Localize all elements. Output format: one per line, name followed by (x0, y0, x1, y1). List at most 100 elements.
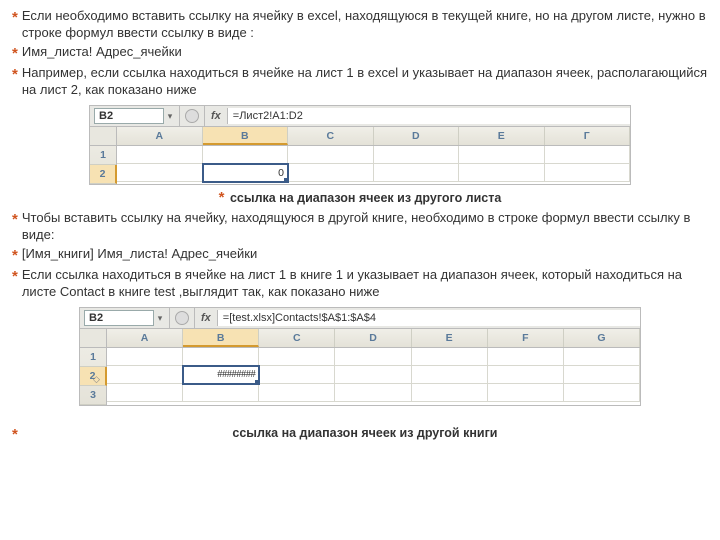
cell[interactable] (488, 384, 564, 402)
cell[interactable] (459, 164, 545, 182)
para-4: * Чтобы вставить ссылку на ячейку, наход… (12, 210, 708, 244)
cell[interactable] (488, 366, 564, 384)
columns-area: A B C D E Г 0 (117, 127, 630, 184)
cell[interactable] (183, 348, 259, 366)
cell-active[interactable]: 0 (203, 164, 289, 182)
col-header[interactable]: E (459, 127, 545, 145)
col-header[interactable]: C (288, 127, 374, 145)
cell[interactable]: ◇ (107, 366, 183, 384)
cell[interactable] (488, 348, 564, 366)
col-header[interactable]: C (259, 329, 335, 347)
formula-bar: B2 ▾ fx =Лист2!A1:D2 (90, 106, 630, 127)
cell[interactable] (564, 348, 640, 366)
bullet-star: * (12, 8, 18, 28)
col-header[interactable]: Г (545, 127, 631, 145)
bullet-star: * (12, 44, 18, 64)
name-box[interactable]: B2 (94, 108, 164, 124)
cell[interactable] (545, 146, 631, 164)
cell[interactable] (117, 164, 203, 182)
col-header[interactable]: A (117, 127, 203, 145)
bullet-star: * (219, 189, 225, 206)
text-p1: Если необходимо вставить ссылку на ячейк… (22, 8, 708, 42)
caption-1: * ссылка на диапазон ячеек из другого ли… (12, 189, 708, 206)
marker-icon: ◇ (93, 370, 100, 388)
cell[interactable] (107, 348, 183, 366)
namebox-wrap: B2 ▾ (90, 106, 180, 126)
caption-2-text: ссылка на диапазон ячеек из другой книги (232, 426, 497, 440)
formula-bar: B2 ▾ fx =[test.xlsx]Contacts!$A$1:$A$4 (80, 308, 640, 329)
cell[interactable] (335, 384, 411, 402)
formula-input[interactable]: =[test.xlsx]Contacts!$A$1:$A$4 (217, 310, 640, 326)
cell[interactable] (412, 348, 488, 366)
bullet-star: * (12, 210, 18, 230)
cell[interactable] (412, 384, 488, 402)
cell[interactable] (545, 164, 631, 182)
row-header[interactable]: 1 (90, 146, 116, 165)
text-p6: Если ссылка находиться в ячейке на лист … (22, 267, 708, 301)
select-all-corner[interactable] (80, 329, 106, 348)
cell[interactable] (117, 146, 203, 164)
row-header-column: 1 2 (90, 127, 117, 184)
cell[interactable] (374, 146, 460, 164)
col-header[interactable]: F (488, 329, 564, 347)
bullet-star: * (12, 426, 18, 443)
column-headers: A B C D E F G (107, 329, 640, 348)
caption-1-text: ссылка на диапазон ячеек из другого лист… (230, 191, 501, 205)
excel-figure-2: B2 ▾ fx =[test.xlsx]Contacts!$A$1:$A$4 1… (79, 307, 641, 406)
fx-control-icon[interactable] (175, 311, 189, 325)
cell[interactable] (107, 384, 183, 402)
formula-controls (180, 106, 205, 126)
spreadsheet-grid: 1 2 3 A B C D E F G (80, 329, 640, 405)
col-header[interactable]: E (412, 329, 488, 347)
grid-row: ◇ ######## (107, 366, 640, 384)
col-header[interactable]: B (183, 329, 259, 347)
formula-input[interactable]: =Лист2!A1:D2 (227, 108, 630, 124)
cell-active[interactable]: ######## (183, 366, 259, 384)
cell[interactable] (564, 366, 640, 384)
columns-area: A B C D E F G ◇ ######## (107, 329, 640, 405)
namebox-dropdown-icon[interactable]: ▾ (155, 313, 165, 324)
cell[interactable] (459, 146, 545, 164)
formula-controls (170, 308, 195, 328)
row-header[interactable]: 3 (80, 386, 106, 405)
cell[interactable] (259, 384, 335, 402)
namebox-wrap: B2 ▾ (80, 308, 170, 328)
text-p5: [Имя_книги] Имя_листа! Адрес_ячейки (22, 246, 708, 263)
fx-control-icon[interactable] (185, 109, 199, 123)
para-5: * [Имя_книги] Имя_листа! Адрес_ячейки (12, 246, 708, 266)
col-header[interactable]: D (374, 127, 460, 145)
namebox-dropdown-icon[interactable]: ▾ (165, 111, 175, 122)
cell[interactable] (288, 164, 374, 182)
cell[interactable] (183, 384, 259, 402)
grid-row: 0 (117, 164, 630, 182)
cell[interactable] (203, 146, 289, 164)
fx-icon[interactable]: fx (195, 312, 217, 324)
cell[interactable] (288, 146, 374, 164)
para-3: * Например, если ссылка находиться в яче… (12, 65, 708, 99)
col-header[interactable]: G (564, 329, 640, 347)
excel-figure-1: B2 ▾ fx =Лист2!A1:D2 1 2 A B C D E Г (89, 105, 631, 185)
cell[interactable] (564, 384, 640, 402)
col-header[interactable]: A (107, 329, 183, 347)
row-header[interactable]: 1 (80, 348, 106, 367)
caption-2: * ссылка на диапазон ячеек из другой кни… (12, 426, 708, 440)
fx-icon[interactable]: fx (205, 110, 227, 122)
select-all-corner[interactable] (90, 127, 116, 146)
grid-row (117, 146, 630, 164)
cell[interactable] (259, 348, 335, 366)
cell[interactable] (259, 366, 335, 384)
bullet-star: * (12, 65, 18, 85)
column-headers: A B C D E Г (117, 127, 630, 146)
col-header[interactable]: B (203, 127, 289, 145)
grid-row (107, 348, 640, 366)
row-header[interactable]: 2 (90, 165, 117, 184)
cell[interactable] (335, 348, 411, 366)
cell[interactable] (335, 366, 411, 384)
para-2: * Имя_листа! Адрес_ячейки (12, 44, 708, 64)
name-box[interactable]: B2 (84, 310, 154, 326)
text-p4: Чтобы вставить ссылку на ячейку, находящ… (22, 210, 708, 244)
col-header[interactable]: D (335, 329, 411, 347)
text-p2: Имя_листа! Адрес_ячейки (22, 44, 708, 61)
cell[interactable] (374, 164, 460, 182)
cell[interactable] (412, 366, 488, 384)
